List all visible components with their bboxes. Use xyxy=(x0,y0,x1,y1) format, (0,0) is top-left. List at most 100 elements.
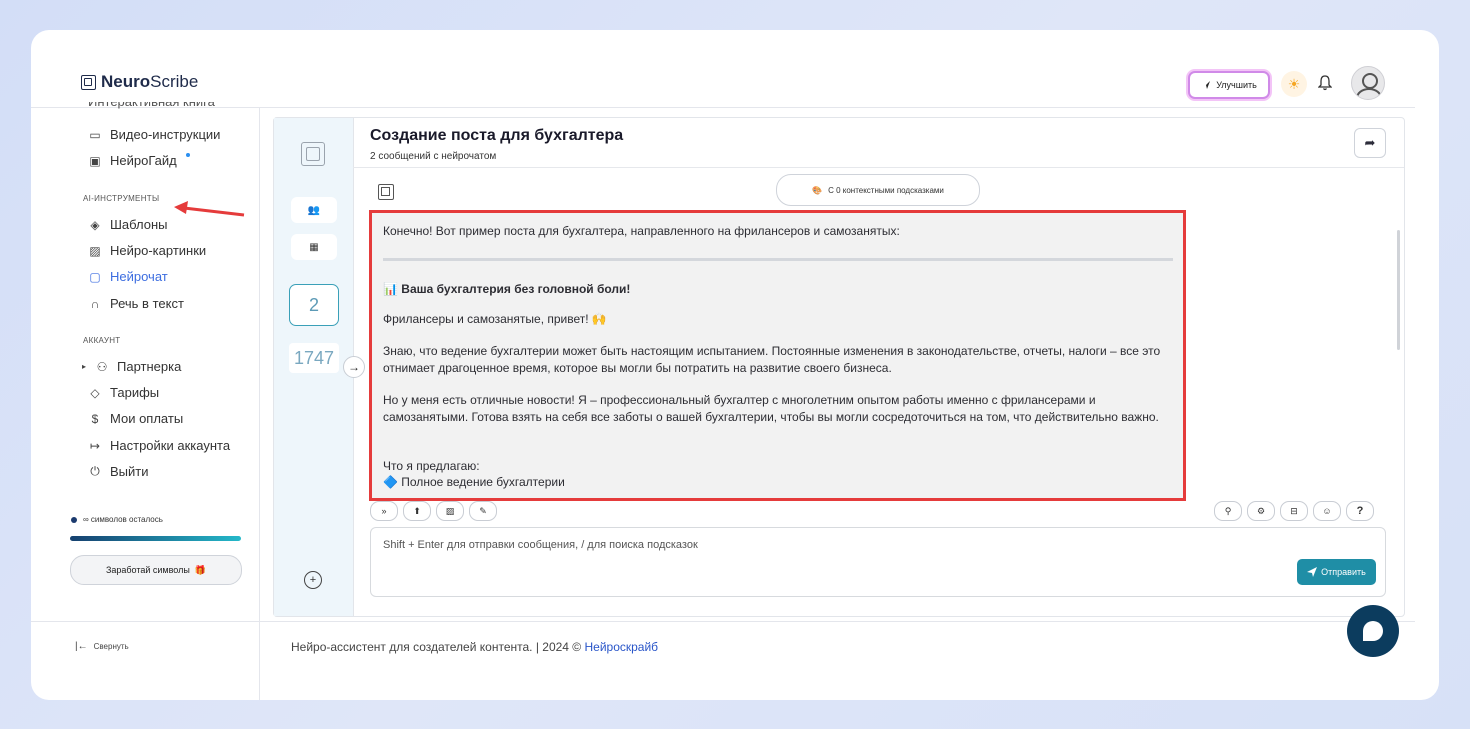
book-icon: ▣ xyxy=(89,153,101,168)
logo-text: Scribe xyxy=(150,72,199,91)
sidebar-item-payments[interactable]: $ Мои оплаты xyxy=(88,411,184,426)
support-chat-button[interactable] xyxy=(1347,605,1399,657)
collapse-label: Свернуть xyxy=(93,642,129,651)
logo[interactable]: Neuro Scribe xyxy=(81,72,198,92)
headphones-icon: ∩ xyxy=(90,296,100,311)
footer: Нейро-ассистент для создателей контента.… xyxy=(291,640,658,654)
avatar[interactable] xyxy=(1351,66,1385,100)
upgrade-button[interactable]: Улучшить xyxy=(1188,71,1270,99)
send-label: Отправить xyxy=(1321,567,1366,577)
video-icon: ▭ xyxy=(89,127,101,142)
upgrade-label: Улучшить xyxy=(1216,80,1257,90)
sidebar-item-templates[interactable]: ◈ Шаблоны xyxy=(88,217,168,232)
gift-icon: 🎁 xyxy=(194,564,207,575)
hints-label: С 0 контекстными подсказками xyxy=(828,185,944,195)
new-dot xyxy=(185,152,190,157)
annotation-arrow-icon xyxy=(174,201,245,217)
sidebar-item-chat[interactable]: ▢ Нейрочат xyxy=(88,269,168,284)
send-button[interactable]: Отправить xyxy=(1297,559,1376,585)
layout-icon[interactable]: ⊟ xyxy=(1280,501,1308,521)
logo-icon xyxy=(81,74,96,90)
sidebar-item-label: Партнерка xyxy=(117,359,182,374)
message-input[interactable]: Shift + Enter для отправки сообщения, / … xyxy=(370,527,1386,597)
sidebar-item-video[interactable]: ▭ Видео-инструкции xyxy=(88,127,220,142)
message-paragraph-1: Знаю, что ведение бухгалтерии может быть… xyxy=(383,344,1161,375)
grid-icon: ▦ xyxy=(309,241,319,253)
image-icon: ▨ xyxy=(89,243,101,258)
sidebar-item-neuroguide[interactable]: ▣ НейроГайд xyxy=(88,152,190,168)
chat-scrollbar[interactable] xyxy=(1397,230,1400,350)
sidebar-item-label: Нейро-картинки xyxy=(110,243,207,258)
context-hints-button[interactable]: 🎨 С 0 контекстными подсказками xyxy=(776,174,980,206)
earn-symbols-button[interactable]: Заработай символы 🎁 xyxy=(70,555,242,585)
sidebar-item-label: Тарифы xyxy=(110,385,160,400)
collapse-input-icon[interactable]: » xyxy=(370,501,398,521)
magic-wand-icon[interactable]: ✎ xyxy=(469,501,497,521)
sidebar-item-label: Выйти xyxy=(110,464,149,479)
message-bullet: 🔷 Полное ведение бухгалтерии xyxy=(383,475,565,489)
message-separator xyxy=(383,258,1173,261)
sidebar-item-label: НейроГайд xyxy=(110,153,177,168)
help-icon[interactable]: ? xyxy=(1346,501,1374,521)
sidebar-item-interactive-book[interactable]: Интерактивная книга xyxy=(88,102,215,112)
sidebar-item-label: Шаблоны xyxy=(110,217,168,232)
chat-bubble-icon xyxy=(1363,621,1383,641)
sidebar-divider xyxy=(259,108,260,700)
notifications-icon[interactable] xyxy=(1314,72,1336,94)
message-count: 2 xyxy=(289,284,339,326)
tag-icon: ◇ xyxy=(90,385,100,400)
token-count: 1747 xyxy=(289,343,339,373)
app-card: NeuroScribe Улучшить ☀ Интерактивная кни… xyxy=(31,30,1439,700)
login-icon: ↦ xyxy=(89,438,101,453)
input-tools-left: » ⬆ ▨ ✎ xyxy=(370,501,497,521)
sidebar-item-logout[interactable]: ⏻ Выйти xyxy=(88,464,149,479)
theme-toggle-icon[interactable]: ☀ xyxy=(1281,71,1307,97)
participants-button[interactable]: 👥 xyxy=(291,197,337,223)
logo-text-bold: Neuro xyxy=(101,72,151,91)
sidebar-item-label: Мои оплаты xyxy=(110,411,184,426)
sidebar-item-label: Видео-инструкции xyxy=(110,127,221,142)
apps-button[interactable]: ▦ xyxy=(291,234,337,260)
chat-title: Создание поста для бухгалтера xyxy=(370,127,624,144)
message-paragraph-2: Но у меня есть отличные новости! Я – про… xyxy=(383,393,1159,424)
sidebar-item-label: Настройки аккаунта xyxy=(110,438,231,453)
symbols-remaining: ∞ символов осталось xyxy=(71,515,163,524)
sidebar-item-label: Нейрочат xyxy=(110,269,168,284)
palette-icon: 🎨 xyxy=(812,185,823,195)
settings-icon[interactable]: ⚙ xyxy=(1247,501,1275,521)
section-heading-account: АККАУНТ xyxy=(83,336,121,345)
message-heading: 📊 Ваша бухгалтерия без головной боли! xyxy=(383,282,631,296)
symbols-label: ∞ символов осталось xyxy=(83,515,163,524)
sidebar-item-speech[interactable]: ∩ Речь в текст xyxy=(88,296,184,311)
upload-image-icon[interactable]: ▨ xyxy=(436,501,464,521)
expand-icon: ▸ xyxy=(81,362,86,371)
expand-arrow-icon[interactable]: → xyxy=(343,356,365,378)
users-icon: 👥 xyxy=(307,204,321,216)
plugin-icon[interactable]: ⚲ xyxy=(1214,501,1242,521)
footer-text: Нейро-ассистент для создателей контента.… xyxy=(291,640,585,654)
chat-left-column: 👥 ▦ 2 1747 + xyxy=(274,118,354,616)
upload-file-icon[interactable]: ⬆ xyxy=(403,501,431,521)
sidebar-item-settings[interactable]: ↦ Настройки аккаунта xyxy=(88,438,230,453)
chat-panel: 👥 ▦ 2 1747 + → Создание поста для бухгал… xyxy=(273,117,1405,617)
bot-icon[interactable]: ☺ xyxy=(1313,501,1341,521)
collapse-icon: |← xyxy=(75,641,88,652)
sidebar-item-images[interactable]: ▨ Нейро-картинки xyxy=(88,243,206,258)
message-intro: Конечно! Вот пример поста для бухгалтера… xyxy=(383,224,900,238)
sidebar-item-partner[interactable]: ▸ ⚇ Партнерка xyxy=(81,359,181,374)
input-tools-right: ⚲ ⚙ ⊟ ☺ ? xyxy=(1214,501,1374,521)
footer-divider xyxy=(31,621,1415,622)
sidebar-item-label: Речь в текст xyxy=(110,296,184,311)
power-icon: ⏻ xyxy=(90,464,100,478)
input-placeholder: Shift + Enter для отправки сообщения, / … xyxy=(383,539,698,551)
share-button[interactable]: ➦ xyxy=(1354,128,1386,158)
sidebar-item-tariffs[interactable]: ◇ Тарифы xyxy=(88,385,159,400)
collapse-button[interactable]: |← Свернуть xyxy=(75,641,129,652)
sidebar: Интерактивная книга ▭ Видео-инструкции ▣… xyxy=(31,102,259,700)
rocket-icon xyxy=(1202,81,1211,89)
send-icon xyxy=(1307,567,1318,577)
add-chat-icon[interactable]: + xyxy=(304,571,322,589)
assistant-message: Конечно! Вот пример поста для бухгалтера… xyxy=(369,210,1186,501)
message-greeting: Фрилансеры и самозанятые, привет! 🙌 xyxy=(383,312,607,326)
footer-link[interactable]: Нейроскрайб xyxy=(584,640,658,654)
